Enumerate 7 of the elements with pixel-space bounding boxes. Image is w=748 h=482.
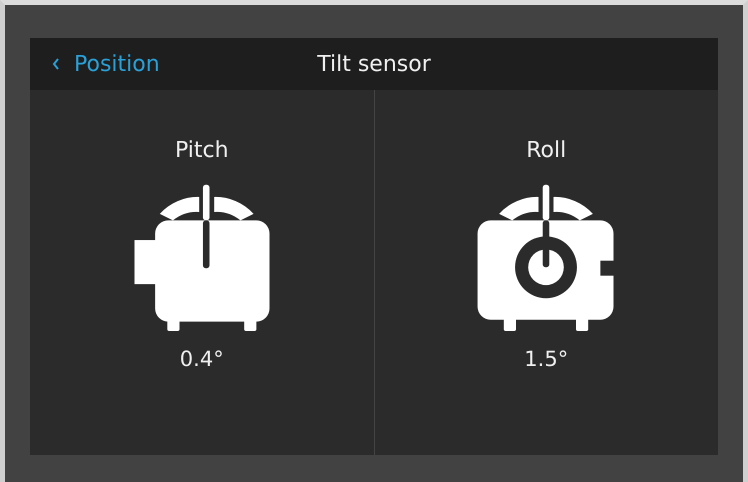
back-button[interactable]: Position	[30, 52, 160, 76]
angle-reading: 1.5°	[524, 347, 568, 371]
screen-title: Tilt sensor	[317, 52, 431, 76]
axis-label: Roll	[526, 138, 566, 163]
chevron-left-icon	[52, 58, 60, 70]
axis-label: Pitch	[174, 138, 229, 163]
angle-reading: 0.4°	[180, 347, 224, 371]
